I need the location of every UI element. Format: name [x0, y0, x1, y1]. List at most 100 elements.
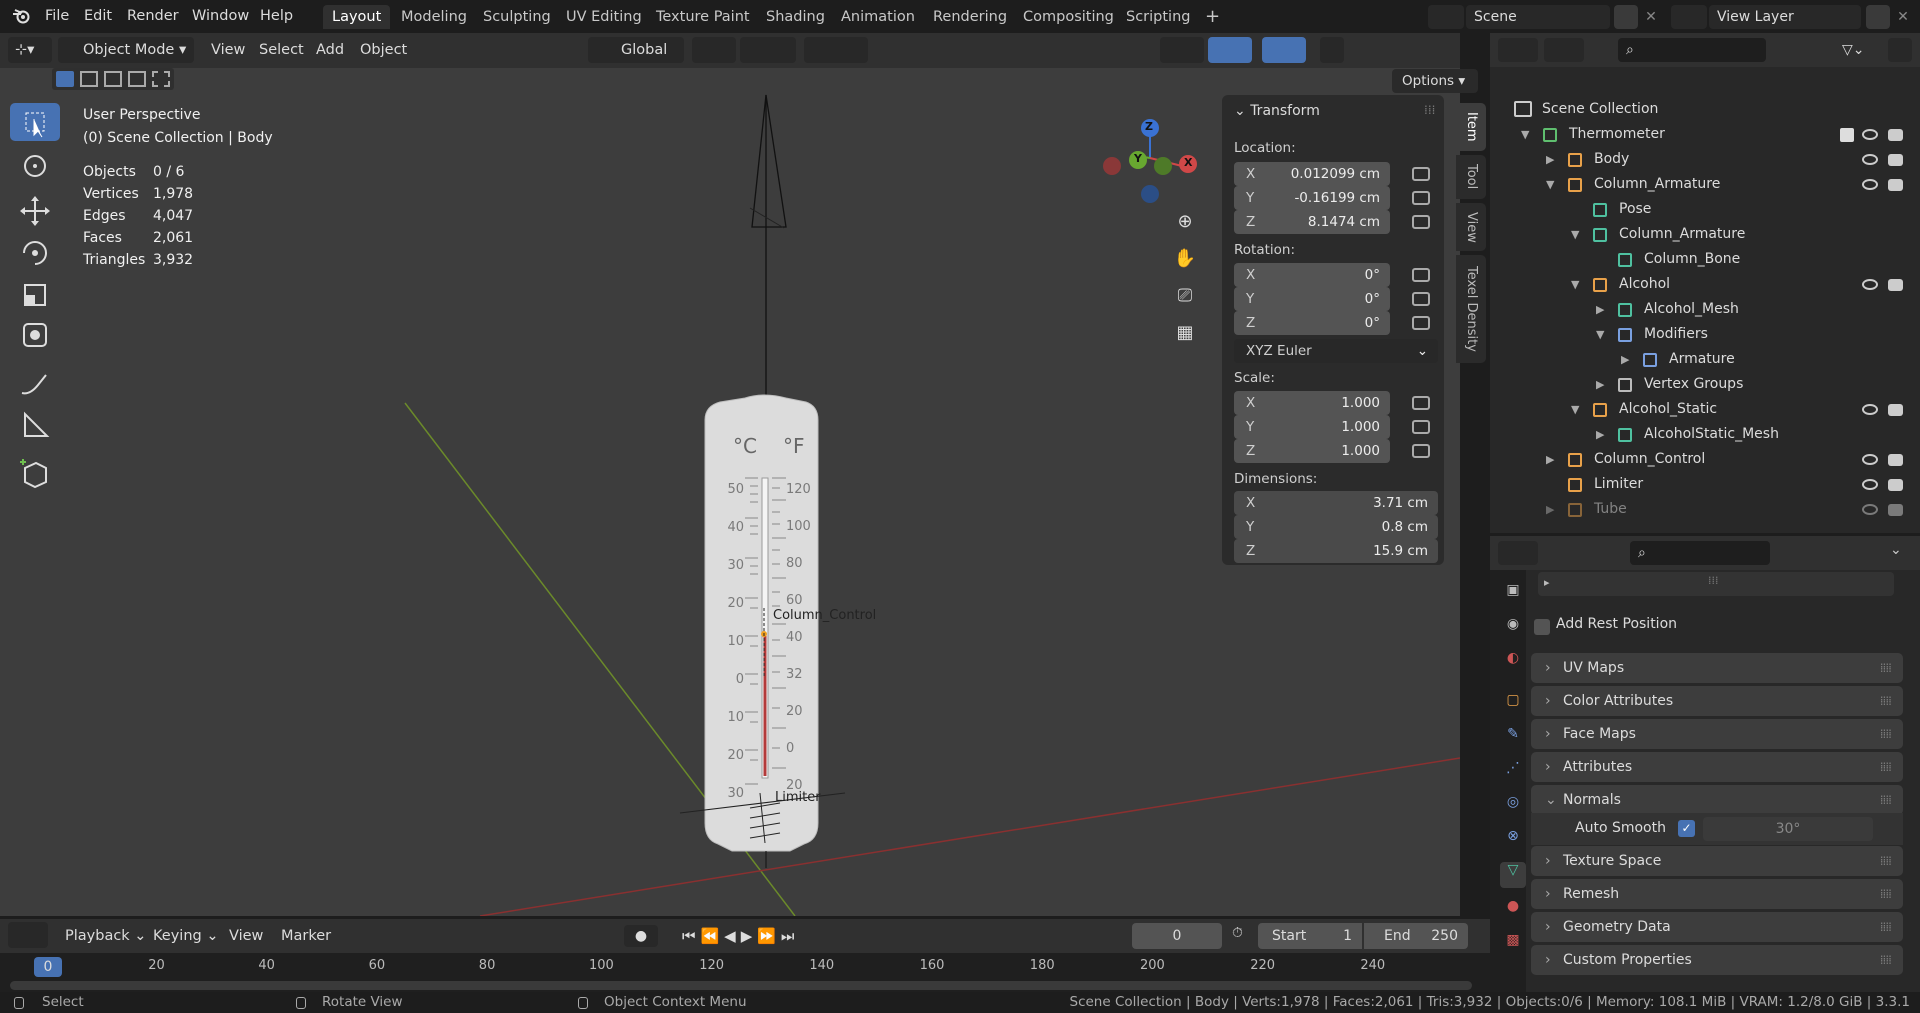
camera-view-icon[interactable]: ⎚ — [1172, 285, 1198, 311]
transform-tool-icon[interactable] — [10, 316, 60, 354]
render-tab-icon[interactable]: ▣ — [1500, 582, 1526, 608]
collapse-arrow-icon[interactable]: ▼ — [1521, 122, 1529, 147]
drag-grip-icon[interactable]: ⁞⁞⁞⁞ — [1880, 686, 1892, 716]
gizmo-toggle-icon[interactable] — [1208, 37, 1252, 63]
outliner-row[interactable]: ▼ Thermometer — [1490, 122, 1920, 147]
timeline-editor-type-icon[interactable] — [8, 922, 48, 948]
panel-texture-space[interactable]: › Texture Space ⁞⁞⁞⁞ — [1531, 846, 1903, 876]
outliner-row[interactable]: ▶ Tube — [1490, 497, 1920, 522]
render-camera-icon[interactable] — [1888, 404, 1903, 416]
perspective-toggle-icon[interactable]: ▦ — [1172, 322, 1198, 348]
visibility-eye-icon[interactable] — [1862, 279, 1878, 290]
pivot-point-icon[interactable] — [692, 37, 736, 63]
visibility-eye-icon[interactable] — [1862, 179, 1878, 190]
outliner-scene-collection[interactable]: Scene Collection — [1490, 97, 1920, 122]
lock-icon[interactable] — [1412, 268, 1430, 282]
overlay-toggle-icon[interactable] — [1262, 37, 1306, 63]
drag-grip-icon[interactable]: ⁞⁞⁞⁞ — [1880, 653, 1892, 683]
proportional-editing-icon[interactable] — [804, 37, 868, 63]
outliner-row[interactable]: Pose — [1490, 197, 1920, 222]
panel-uv-maps[interactable]: › UV Maps ⁞⁞⁞⁞ — [1531, 653, 1903, 683]
panel-color-attributes[interactable]: › Color Attributes ⁞⁞⁞⁞ — [1531, 686, 1903, 716]
dimension-y-field[interactable]: Y 0.8 cm — [1234, 515, 1438, 539]
menu-object[interactable]: Object — [353, 37, 414, 63]
location-z-field[interactable]: Z 8.1474 cm — [1234, 210, 1390, 234]
rotate-tool-icon[interactable] — [10, 234, 60, 272]
select-box-tool-icon[interactable] — [10, 103, 60, 141]
collapse-arrow-icon[interactable]: ▼ — [1546, 172, 1554, 197]
xray-icon[interactable] — [1320, 37, 1344, 63]
render-camera-icon[interactable] — [1888, 129, 1903, 141]
tab-compositing[interactable]: Compositing — [1014, 5, 1123, 29]
material-tab-icon[interactable]: ● — [1500, 898, 1526, 924]
tab-animation[interactable]: Animation — [832, 5, 924, 29]
tab-modeling[interactable]: Modeling — [392, 5, 476, 29]
end-frame-field[interactable]: End 250 — [1364, 923, 1468, 949]
lock-icon[interactable] — [1412, 215, 1430, 229]
rotation-x-field[interactable]: X 0° — [1234, 263, 1390, 287]
expand-arrow-icon[interactable]: ▶ — [1546, 497, 1554, 522]
move-tool-icon[interactable] — [10, 192, 60, 230]
output-tab-icon[interactable]: ◉ — [1500, 616, 1526, 642]
drag-grip-icon[interactable]: ⁞⁞⁞⁞ — [1880, 912, 1892, 942]
remove-scene-icon[interactable]: ✕ — [1640, 5, 1662, 29]
drag-grip-icon[interactable]: ⁞⁞⁞⁞ — [1880, 945, 1892, 975]
tab-item[interactable]: Item — [1456, 103, 1486, 151]
outliner-row[interactable]: ▼ Column_Armature — [1490, 172, 1920, 197]
stopwatch-icon[interactable]: ⏱ — [1232, 925, 1243, 941]
lock-icon[interactable] — [1412, 191, 1430, 205]
lock-icon[interactable] — [1412, 316, 1430, 330]
auto-smooth-angle-field[interactable]: 30° — [1703, 817, 1873, 841]
menu-marker[interactable]: Marker — [274, 923, 338, 949]
scene-selector-button[interactable] — [1428, 5, 1464, 29]
lock-icon[interactable] — [1412, 167, 1430, 181]
lock-icon[interactable] — [1412, 420, 1430, 434]
collapse-arrow-icon[interactable]: ▼ — [1571, 397, 1579, 422]
panel-remesh[interactable]: › Remesh ⁞⁞⁞⁞ — [1531, 879, 1903, 909]
menu-playback[interactable]: Playback ⌄ — [58, 923, 153, 949]
menu-window[interactable]: Window — [185, 5, 256, 27]
mode-dropdown[interactable]: Object Mode ▾ — [58, 37, 194, 63]
outliner-row[interactable]: ▼ Alcohol — [1490, 272, 1920, 297]
menu-render[interactable]: Render — [120, 5, 186, 27]
scale-z-field[interactable]: Z 1.000 — [1234, 439, 1390, 463]
snap-icon[interactable] — [740, 37, 796, 63]
location-y-field[interactable]: Y -0.16199 cm — [1234, 186, 1390, 210]
visibility-eye-icon[interactable] — [1862, 154, 1878, 165]
filter-icon[interactable]: ▽⌄ — [1842, 38, 1880, 62]
outliner-row[interactable]: ▼ Alcohol_Static — [1490, 397, 1920, 422]
rotation-mode-dropdown[interactable]: XYZ Euler ⌄ — [1234, 339, 1438, 363]
scale-y-field[interactable]: Y 1.000 — [1234, 415, 1390, 439]
expand-arrow-icon[interactable]: ▶ — [1546, 147, 1554, 172]
auto-smooth-checkbox[interactable]: ✓ — [1678, 820, 1695, 837]
current-frame-field[interactable]: 0 — [1132, 923, 1222, 949]
outliner-row[interactable]: ▶ Armature — [1490, 347, 1920, 372]
measure-tool-icon[interactable] — [10, 406, 60, 444]
annotate-tool-icon[interactable] — [10, 365, 60, 403]
options-chevron-icon[interactable]: ⌄ — [1890, 542, 1902, 558]
exclude-checkbox[interactable] — [1840, 128, 1854, 142]
data-tab-icon[interactable]: ▽ — [1500, 862, 1526, 888]
tab-view[interactable]: View — [1456, 203, 1486, 251]
view-layer-selector-button[interactable] — [1671, 5, 1707, 29]
menu-view[interactable]: View — [204, 37, 252, 63]
render-camera-icon[interactable] — [1888, 479, 1903, 491]
dimension-z-field[interactable]: Z 15.9 cm — [1234, 539, 1438, 563]
outliner-row[interactable]: ▼ Modifiers — [1490, 322, 1920, 347]
tab-layout[interactable]: Layout — [323, 5, 391, 29]
scene-field[interactable]: Scene — [1466, 5, 1610, 29]
physics-tab-icon[interactable]: ◎ — [1500, 794, 1526, 820]
modifier-tab-icon[interactable]: ✎ — [1500, 726, 1526, 752]
expand-arrow-icon[interactable]: ▶ — [1621, 347, 1629, 372]
drag-grip-icon[interactable]: ⁞⁞⁞⁞ — [1880, 785, 1892, 815]
outliner-row[interactable]: Column_Bone — [1490, 247, 1920, 272]
location-x-field[interactable]: X 0.012099 cm — [1234, 162, 1390, 186]
expand-icon[interactable]: ▸ — [1544, 576, 1550, 589]
add-rest-position-checkbox[interactable] — [1534, 619, 1550, 635]
outliner-row[interactable]: ▶ Column_Control — [1490, 447, 1920, 472]
view-layer-field[interactable]: View Layer — [1709, 5, 1861, 29]
scale-x-field[interactable]: X 1.000 — [1234, 391, 1390, 415]
menu-keying[interactable]: Keying ⌄ — [146, 923, 225, 949]
menu-edit[interactable]: Edit — [77, 5, 119, 27]
world-tab-icon[interactable]: ◐ — [1500, 650, 1526, 676]
